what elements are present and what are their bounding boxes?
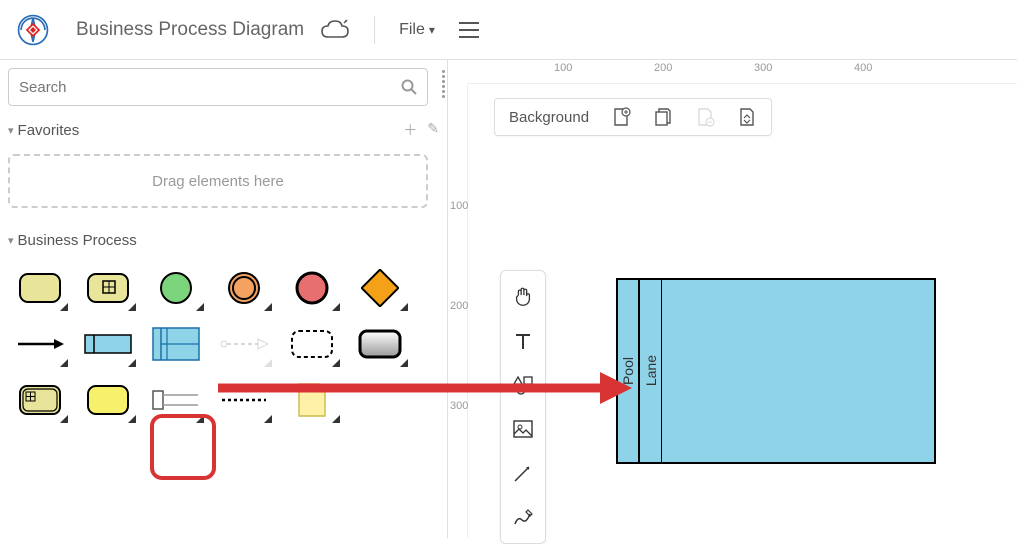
chevron-down-icon: ▾ — [429, 23, 435, 37]
shape-palette-panel: ▾ Favorites ＋ ✎ Drag elements here ▾ Bus… — [0, 60, 448, 538]
palette-label: Business Process — [18, 232, 137, 249]
favorites-label: Favorites — [18, 122, 80, 139]
shape-subprocess[interactable] — [78, 265, 138, 311]
file-menu-label: File — [399, 21, 425, 39]
line-tool-icon[interactable] — [511, 461, 535, 485]
vertical-ruler: 100 200 300 — [448, 84, 468, 538]
canvas[interactable]: 100 200 300 400 100 200 300 Background — [448, 60, 1017, 538]
context-toolbar: Background — [494, 98, 772, 136]
pan-tool-icon[interactable] — [511, 285, 535, 309]
shape-sequence-flow[interactable] — [10, 321, 70, 367]
shape-pool-horizontal[interactable] — [78, 321, 138, 367]
paste-page-icon[interactable] — [695, 107, 715, 127]
separator — [374, 16, 375, 44]
shape-pool-with-lane[interactable] — [146, 321, 206, 367]
favorites-section[interactable]: ▾ Favorites ＋ ✎ — [8, 114, 439, 146]
shape-call-activity[interactable] — [350, 321, 410, 367]
shape-annotation[interactable] — [282, 377, 342, 423]
shape-end-event[interactable] — [282, 265, 342, 311]
pool-title[interactable]: Pool — [618, 280, 640, 462]
shape-intermediate-event[interactable] — [214, 265, 274, 311]
add-favorite-icon[interactable]: ＋ — [403, 120, 417, 140]
collapse-icon: ▾ — [8, 124, 14, 137]
hamburger-menu-icon[interactable] — [459, 22, 479, 38]
edit-favorite-icon[interactable]: ✎ — [427, 120, 439, 140]
collapse-icon: ▾ — [8, 234, 14, 247]
shape-task-yellow[interactable] — [78, 377, 138, 423]
horizontal-ruler: 100 200 300 400 — [468, 60, 1017, 84]
canvas-tools — [500, 270, 546, 544]
search-input[interactable] — [19, 79, 401, 96]
favorites-drop-zone[interactable]: Drag elements here — [8, 154, 428, 208]
shape-transaction[interactable] — [10, 377, 70, 423]
panel-grip-icon[interactable] — [442, 70, 445, 98]
shape-lane[interactable] — [146, 377, 206, 423]
drag-hint-text: Drag elements here — [152, 173, 284, 190]
shape-task[interactable] — [10, 265, 70, 311]
image-tool-icon[interactable] — [511, 417, 535, 441]
business-process-section[interactable]: ▾ Business Process — [8, 226, 439, 255]
shape-event-subprocess[interactable] — [282, 321, 342, 367]
search-box[interactable] — [8, 68, 428, 106]
cloud-sync-icon[interactable] — [320, 19, 350, 41]
add-page-icon[interactable] — [611, 107, 631, 127]
text-tool-icon[interactable] — [511, 329, 535, 353]
shape-gateway[interactable] — [350, 265, 410, 311]
shape-message-flow[interactable] — [214, 321, 274, 367]
copy-page-icon[interactable] — [653, 107, 673, 127]
shape-start-event[interactable] — [146, 265, 206, 311]
lane-title[interactable]: Lane — [640, 280, 662, 462]
bpmn-pool[interactable]: Pool Lane — [616, 278, 936, 464]
document-title: Business Process Diagram — [76, 19, 304, 41]
context-label: Background — [509, 109, 589, 126]
shapes-tool-icon[interactable] — [511, 373, 535, 397]
app-logo — [16, 13, 50, 47]
freehand-tool-icon[interactable] — [511, 505, 535, 529]
fit-page-icon[interactable] — [737, 107, 757, 127]
search-icon — [401, 79, 417, 95]
shapes-grid — [8, 255, 439, 433]
file-menu[interactable]: File ▾ — [399, 21, 435, 39]
shape-association[interactable] — [214, 377, 274, 423]
